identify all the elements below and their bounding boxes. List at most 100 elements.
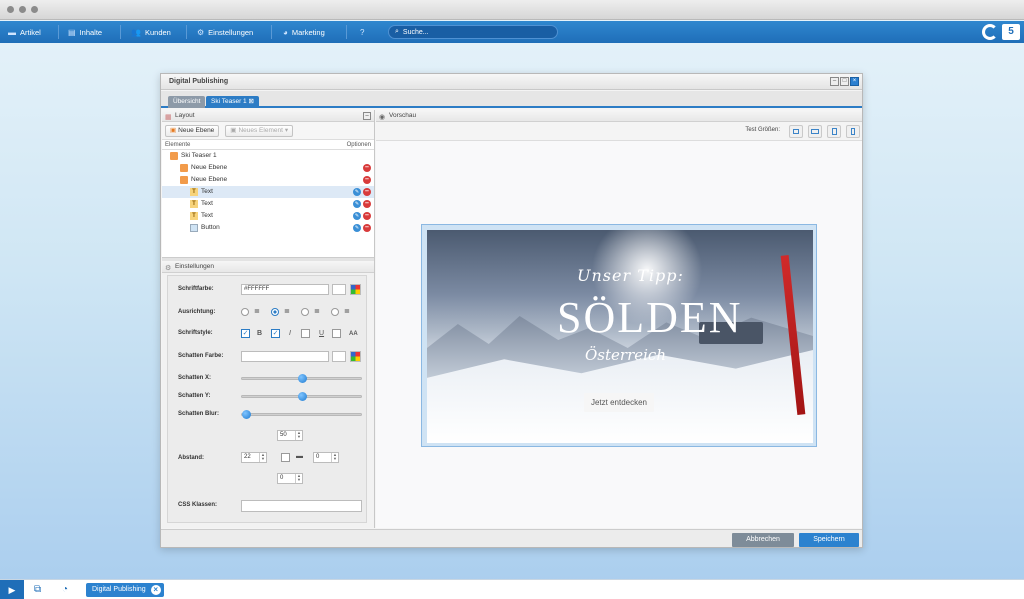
laptop-size-button[interactable]	[808, 125, 822, 138]
start-menu-icon[interactable]: ▶	[0, 580, 24, 599]
spacing-left-input[interactable]: 22 ▲ ▼	[241, 452, 267, 463]
maximize-icon[interactable]: □	[840, 77, 849, 86]
spacing-top-input[interactable]: 50 ▲ ▼	[277, 430, 303, 441]
row-options: –	[363, 164, 371, 172]
css-classes-input[interactable]	[241, 500, 362, 512]
cancel-button[interactable]: Abbrechen	[732, 533, 794, 547]
delete-icon[interactable]: –	[363, 176, 371, 184]
underline-checkbox[interactable]	[332, 329, 341, 338]
nav-einstellungen[interactable]: ⚙ Einstellungen	[197, 21, 253, 43]
slider-knob[interactable]	[298, 374, 307, 383]
style-checkbox-1[interactable]: ✓	[241, 329, 250, 338]
delete-icon[interactable]: –	[363, 212, 371, 220]
nav-artikel[interactable]: ▬ Artikel	[8, 21, 41, 43]
marketing-icon: ◕	[283, 27, 288, 37]
tab-uebersicht[interactable]: Übersicht	[168, 96, 206, 108]
banner-subline[interactable]: Österreich	[585, 346, 666, 364]
align-center-radio[interactable]	[271, 308, 279, 316]
font-color-input[interactable]: #FFFFFF	[241, 284, 329, 295]
spin-arrows-icon[interactable]: ▲ ▼	[295, 431, 302, 440]
window-dot[interactable]	[7, 6, 14, 13]
layout-icon: ▦	[165, 114, 172, 121]
nav-kunden[interactable]: 👥 Kunden	[131, 21, 171, 43]
spacing-right-input[interactable]: 0 ▲ ▼	[313, 452, 339, 463]
delete-icon[interactable]: –	[363, 188, 371, 196]
color-picker-icon[interactable]	[350, 284, 361, 295]
shadow-color-input[interactable]	[241, 351, 329, 362]
slider-knob[interactable]	[242, 410, 251, 419]
nav-inhalte[interactable]: ▤ Inhalte	[68, 21, 102, 43]
dashboard-icon[interactable]: ◔	[62, 584, 68, 595]
desktop-size-button[interactable]	[789, 125, 803, 138]
delete-icon[interactable]: –	[363, 224, 371, 232]
nav-label: Artikel	[20, 27, 41, 37]
new-element-button[interactable]: ▣ Neues Element ▾	[225, 124, 294, 137]
edit-icon[interactable]: ✎	[353, 200, 361, 208]
close-icon[interactable]: ×	[850, 77, 859, 86]
spin-arrows-icon[interactable]: ▲ ▼	[259, 453, 266, 462]
gear-icon: ⚙	[197, 27, 205, 37]
nav-label: Marketing	[291, 27, 325, 37]
italic-checkbox[interactable]	[301, 329, 310, 338]
nav-marketing[interactable]: ◕ Marketing	[283, 21, 325, 43]
banner-tagline[interactable]: Unser Tipp:	[577, 266, 684, 285]
delete-icon[interactable]: –	[363, 200, 371, 208]
tree-column-header: Elemente Optionen	[162, 140, 374, 150]
banner-headline[interactable]: SÖLDEN	[557, 292, 743, 343]
save-button[interactable]: Speichern	[799, 533, 859, 547]
tree-row[interactable]: Neue Ebene –	[162, 162, 374, 174]
edit-icon[interactable]: ✎	[353, 224, 361, 232]
bold-checkbox[interactable]: ✓	[271, 329, 280, 338]
tree-row[interactable]: Neue Ebene –	[162, 174, 374, 186]
spin-value: 0	[316, 454, 320, 460]
preview-canvas[interactable]: Unser Tipp: SÖLDEN Österreich Jetzt entd…	[421, 224, 817, 447]
new-layer-button[interactable]: ▣ Neue Ebene	[165, 124, 220, 137]
close-tab-icon[interactable]: ⊠	[248, 98, 253, 105]
shadow-y-slider[interactable]	[241, 392, 362, 401]
close-task-icon[interactable]: ×	[150, 585, 161, 595]
slider-knob[interactable]	[298, 392, 307, 401]
search-input[interactable]: ⌕ Suche...	[388, 25, 558, 39]
tree-row-label: Text	[201, 212, 213, 219]
align-justify-radio[interactable]	[331, 308, 339, 316]
tree-row[interactable]: Ski Teaser 1	[162, 150, 374, 162]
spacing-link-checkbox[interactable]	[281, 453, 290, 462]
layer-icon	[180, 176, 188, 184]
windows-icon[interactable]: ⧉	[34, 584, 41, 595]
help-button[interactable]: ?	[360, 21, 364, 43]
phone-size-button[interactable]	[846, 125, 860, 138]
window-dot[interactable]	[31, 6, 38, 13]
nav-divider	[120, 25, 121, 39]
edit-icon[interactable]: ✎	[353, 212, 361, 220]
minimize-icon[interactable]: –	[830, 77, 839, 86]
spin-value: 22	[244, 454, 251, 460]
shadow-x-label: Schatten X:	[178, 375, 212, 381]
tree-row[interactable]: Button ✎ –	[162, 222, 374, 234]
spin-arrows-icon[interactable]: ▲ ▼	[295, 474, 302, 483]
tree-row[interactable]: T Text ✎ –	[162, 198, 374, 210]
laptop-icon	[811, 129, 819, 134]
align-center-icon: ≣	[284, 308, 290, 315]
spacing-bottom-input[interactable]: 0 ▲ ▼	[277, 473, 303, 484]
tree-row[interactable]: T Text ✎ –	[162, 186, 374, 198]
align-right-radio[interactable]	[301, 308, 309, 316]
tree-row[interactable]: T Text ✎ –	[162, 210, 374, 222]
add-layer-icon: ▣	[170, 126, 177, 134]
align-left-radio[interactable]	[241, 308, 249, 316]
refresh-icon[interactable]	[982, 24, 998, 40]
tab-ski-teaser[interactable]: Ski Teaser 1 ⊠	[206, 96, 259, 108]
spin-arrows-icon[interactable]: ▲ ▼	[331, 453, 338, 462]
task-digital-publishing[interactable]: Digital Publishing ×	[86, 583, 164, 597]
collapse-icon[interactable]: –	[363, 112, 371, 120]
shadow-blur-slider[interactable]	[241, 410, 362, 419]
banner-cta-button[interactable]: Jetzt entdecken	[584, 393, 654, 412]
window-dot[interactable]	[19, 6, 26, 13]
shadow-x-slider[interactable]	[241, 374, 362, 383]
color-picker-icon[interactable]	[350, 351, 361, 362]
edit-icon[interactable]: ✎	[353, 188, 361, 196]
font-color-preview	[332, 284, 346, 295]
bold-icon: B	[257, 330, 263, 337]
layout-toolbar: ▣ Neue Ebene ▣ Neues Element ▾	[162, 122, 374, 140]
delete-icon[interactable]: –	[363, 164, 371, 172]
tablet-size-button[interactable]	[827, 125, 841, 138]
